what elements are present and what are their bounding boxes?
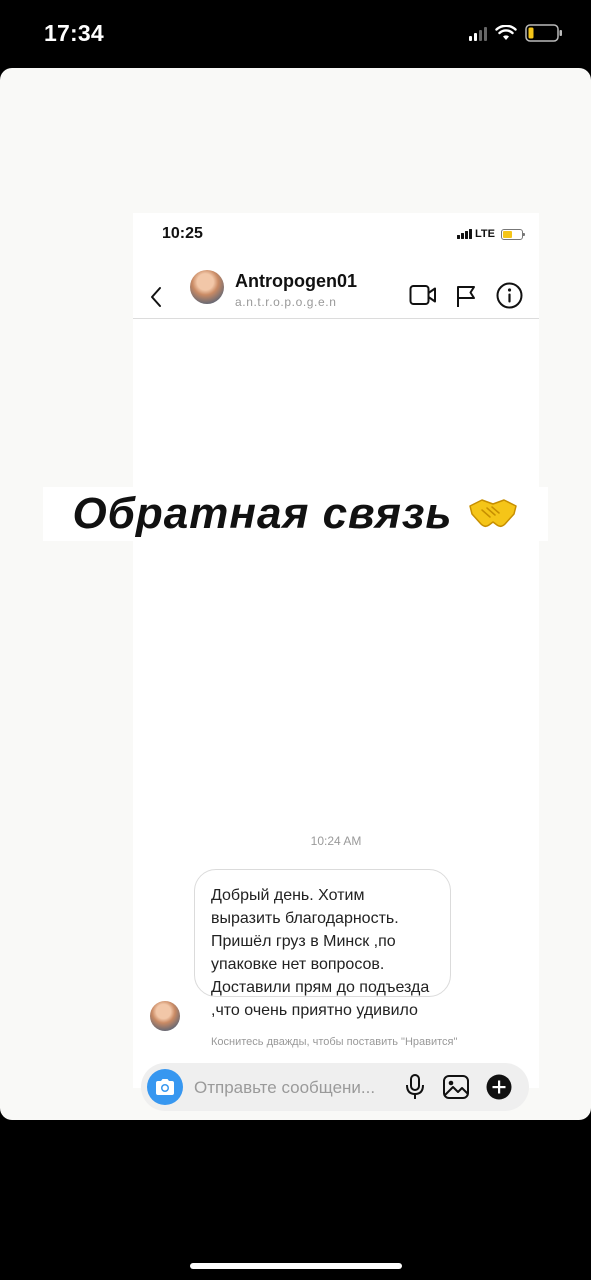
gallery-icon[interactable]	[442, 1074, 470, 1100]
outer-home-indicator	[190, 1263, 402, 1269]
message-bubble[interactable]: Добрый день. Хотим выразить благодарност…	[194, 869, 451, 1019]
inner-battery-icon	[501, 228, 525, 240]
handshake-icon	[468, 499, 517, 528]
outer-status-icons	[469, 24, 563, 42]
back-chevron-icon[interactable]	[149, 286, 163, 308]
wifi-icon	[495, 25, 517, 40]
plus-icon[interactable]	[486, 1074, 512, 1100]
network-label: LTE	[475, 228, 495, 240]
inner-signal-icon	[457, 229, 473, 239]
message-timestamp: 10:24 AM	[310, 834, 362, 848]
inner-status-icons: LTE	[457, 228, 525, 240]
overlay-title: Обратная связь	[72, 489, 453, 538]
camera-button[interactable]	[147, 1069, 183, 1105]
avatar[interactable]	[190, 270, 224, 304]
message-input[interactable]: Отправьте сообщени...	[194, 1078, 375, 1098]
chat-handle: a.n.t.r.o.p.o.g.e.n	[235, 295, 337, 309]
story-card: 10:25 LTE Antropogen01 a.n.t.r.o.p.o.g.e…	[0, 68, 591, 1120]
camera-icon	[156, 1079, 174, 1095]
chat-screenshot: 10:25 LTE Antropogen01 a.n.t.r.o.p.o.g.e…	[133, 213, 539, 1111]
overlay-banner: Обратная связь	[43, 487, 548, 541]
sender-avatar[interactable]	[150, 1001, 180, 1031]
message-composer[interactable]: Отправьте сообщени...	[141, 1063, 529, 1111]
flag-icon[interactable]	[455, 284, 477, 308]
microphone-icon[interactable]	[403, 1073, 427, 1101]
chat-header: Antropogen01 a.n.t.r.o.p.o.g.e.n	[133, 268, 539, 319]
like-hint: Коснитесь дважды, чтобы поставить "Нрави…	[211, 1036, 458, 1048]
inner-time: 10:25	[162, 225, 203, 242]
signal-icon	[469, 25, 487, 41]
chat-username[interactable]: Antropogen01	[235, 271, 357, 292]
video-call-icon[interactable]	[409, 284, 437, 306]
outer-time: 17:34	[44, 20, 104, 46]
info-icon[interactable]	[496, 282, 523, 309]
battery-icon	[525, 24, 562, 42]
